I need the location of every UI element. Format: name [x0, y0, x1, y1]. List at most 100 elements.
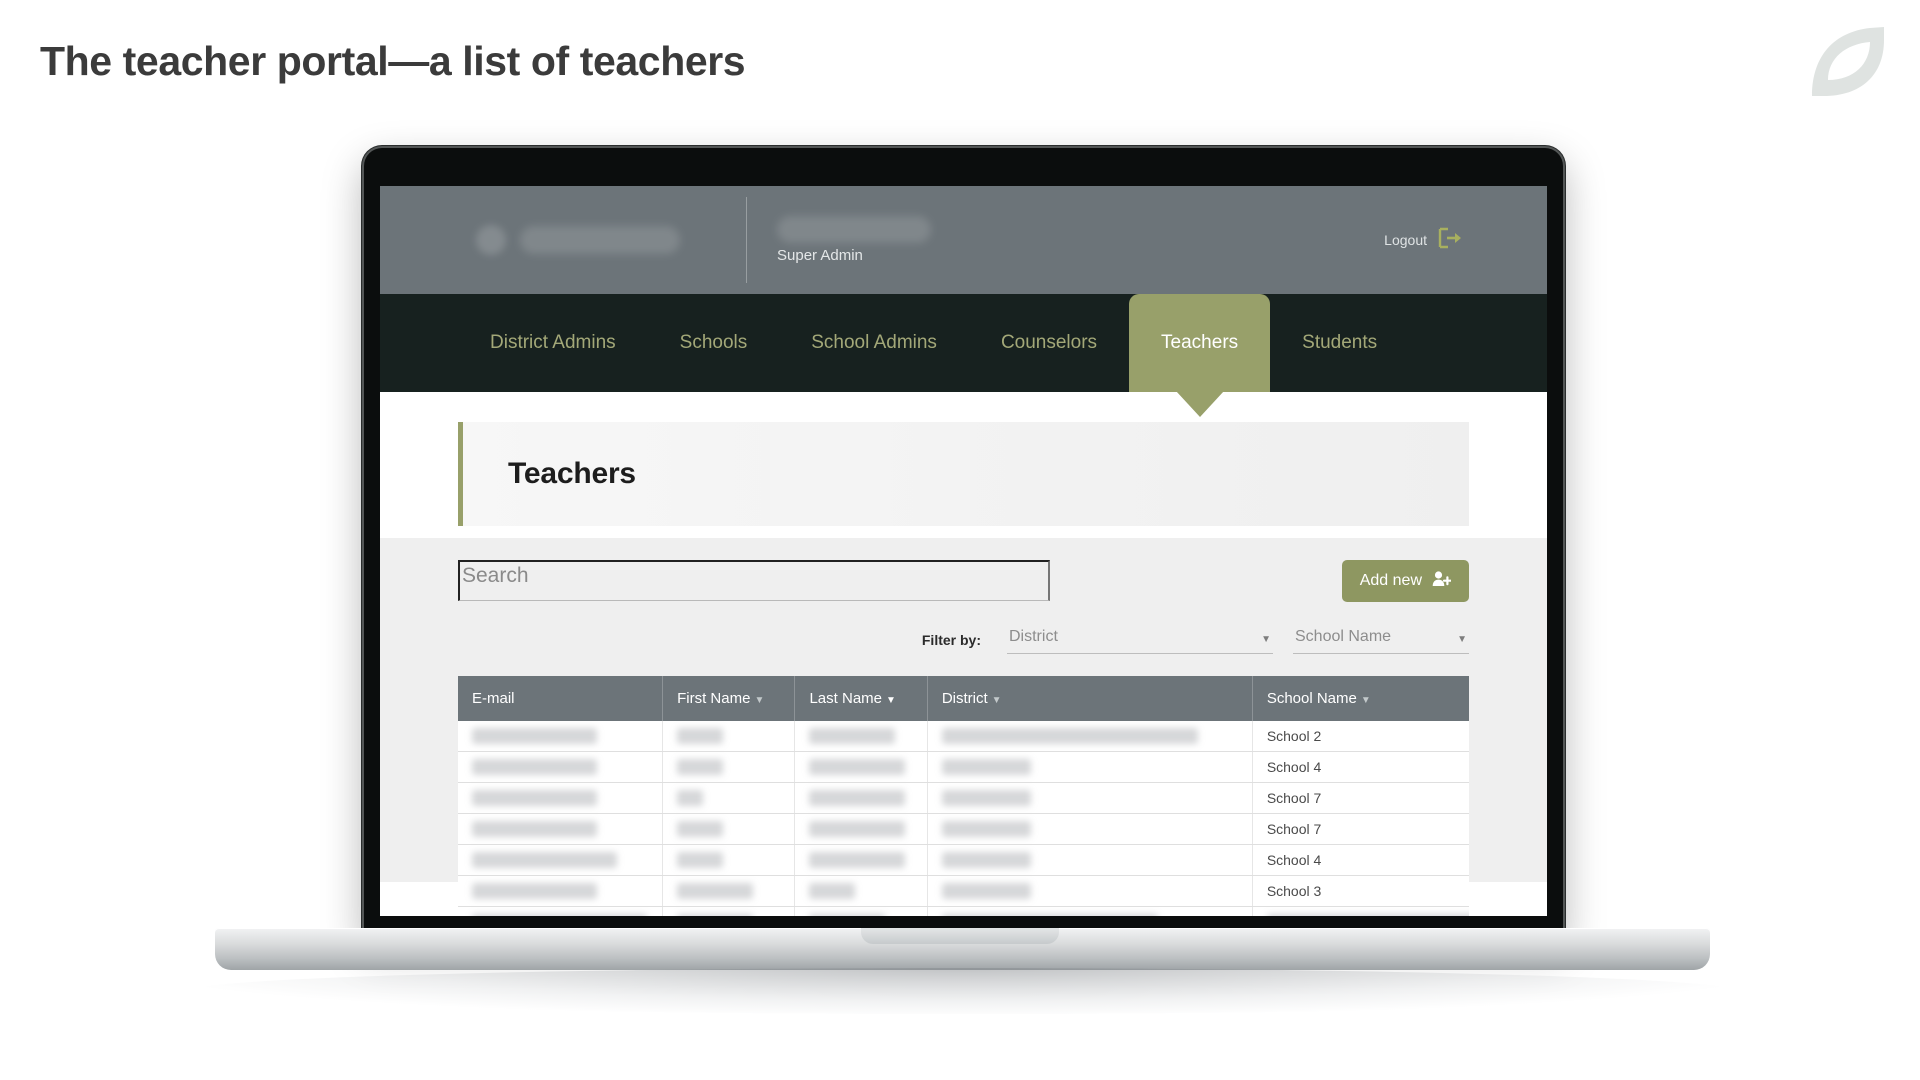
cell-school-name: School 4 [1252, 751, 1469, 783]
filter-by-label: Filter by: [921, 632, 981, 648]
slide-canvas: The teacher portal—a list of teachers ██… [0, 0, 1920, 1080]
cell-last-name: █████████ [794, 844, 928, 876]
nav-label: Teachers [1161, 332, 1239, 353]
header-divider [746, 197, 747, 283]
district-filter-select[interactable]: District ▼ [1007, 626, 1273, 654]
cell-last-name: █████████ [794, 782, 928, 814]
nav-item-school-admins[interactable]: School Admins [779, 294, 969, 392]
chevron-down-icon: ▼ [1261, 634, 1271, 645]
cell-last-name: █████████ [794, 751, 928, 783]
cell-last-name: ████████ [794, 721, 928, 752]
page-content: Teachers Add new [380, 422, 1547, 916]
page-heading-band: Teachers [458, 422, 1469, 526]
table-row[interactable]: ████████████████████████████████ █School… [458, 813, 1469, 845]
cell-first-name: ██ [662, 782, 796, 814]
nav-label: Counselors [1000, 332, 1098, 353]
org-logo-mark-icon [476, 225, 506, 255]
chevron-down-icon: ▼ [1457, 634, 1467, 645]
nav-item-district-admins[interactable]: District Admins [458, 294, 648, 392]
table-row[interactable]: ███████████████████████████████████ ████… [458, 906, 1469, 916]
nav-item-schools[interactable]: Schools [648, 294, 780, 392]
add-new-button[interactable]: Add new [1341, 560, 1469, 602]
laptop-mockup: █████ █████ █████ █████ Super Admin Logo… [0, 146, 1920, 1026]
school-filter-value: School Name [1295, 628, 1392, 645]
cell-first-name: ████ [662, 721, 796, 752]
cell-district: ████ ██████ ██████ ████ [927, 906, 1253, 916]
table-row[interactable]: ██████████████████████████████ █School 3 [458, 875, 1469, 907]
cell-email: ████████████ [458, 751, 664, 783]
logout-arrow-icon [1437, 227, 1463, 254]
cell-school-name: School 2 [1252, 721, 1469, 752]
app-screen: █████ █████ █████ █████ Super Admin Logo… [380, 186, 1547, 916]
district-filter-value: District [1009, 628, 1058, 645]
list-panel: Add new Filter by: [380, 538, 1547, 916]
logout-label: Logout [1384, 232, 1427, 248]
user-info: █████ █████ Super Admin [777, 216, 931, 264]
nav-label: Students [1302, 332, 1378, 353]
nav-label: Schools [679, 332, 748, 353]
cell-district: ██████ ██████ ██████ ██████ [927, 721, 1253, 752]
header-label: First Name [677, 690, 751, 707]
add-user-icon [1432, 570, 1452, 592]
sort-arrow-icon: ▼ [1360, 695, 1371, 706]
column-header-first-name[interactable]: First Name ▼ [662, 676, 796, 721]
search-input[interactable] [458, 560, 1050, 601]
cell-last-name: █████████ [794, 813, 928, 845]
page-title: The teacher portal—a list of teachers [40, 38, 746, 84]
cell-school-name: School 7 [1252, 813, 1469, 845]
sort-arrow-icon: ▼ [754, 695, 765, 706]
cell-email: ████████████ [458, 721, 664, 752]
cell-email: ████████████ [458, 875, 664, 907]
nav-items: District Admins Schools School Admins Co… [380, 294, 1409, 417]
cell-first-name: ███████ [662, 906, 796, 916]
laptop-base-notch [861, 928, 1059, 944]
user-role: Super Admin [777, 247, 863, 264]
add-new-label: Add new [1359, 572, 1422, 589]
column-header-school-name[interactable]: School Name ▼ [1252, 676, 1469, 721]
app-header: █████ █████ █████ █████ Super Admin Logo… [380, 186, 1547, 294]
cell-first-name: ███████ [662, 875, 796, 907]
cell-district: ███████ █ [927, 844, 1253, 876]
cell-email: ████████████ [458, 782, 664, 814]
main-navigation: District Admins Schools School Admins Co… [380, 294, 1547, 417]
sort-arrow-icon: ▼ [991, 695, 1002, 706]
column-header-email[interactable]: E-mail [458, 676, 664, 721]
cell-district: ███████ █ [927, 751, 1253, 783]
cell-first-name: ████ [662, 844, 796, 876]
cell-email: █████████████████ [458, 906, 664, 916]
cell-district: ███████ █ [927, 813, 1253, 845]
nav-item-counselors[interactable]: Counselors [969, 294, 1129, 392]
table-row[interactable]: ████████████████████████████████ █School… [458, 751, 1469, 783]
school-name-filter-select[interactable]: School Name ▼ [1293, 626, 1469, 654]
column-header-district[interactable]: District ▼ [927, 676, 1253, 721]
header-label: District [941, 690, 988, 707]
cell-district: ███████ █ [927, 875, 1253, 907]
table-header-row: E-mail First Name ▼ Last Name ▼ District ▼ … [458, 676, 1469, 721]
header-label: Last Name [809, 690, 883, 707]
cell-email: ████████████ [458, 813, 664, 845]
logout-button[interactable]: Logout [1384, 227, 1463, 254]
cell-last-name: ███████ [794, 906, 928, 916]
toolbar: Add new [458, 560, 1469, 602]
header-label: School Name [1266, 690, 1357, 707]
org-name: █████ █████ [520, 226, 680, 254]
cell-school-name: School 4 [1252, 844, 1469, 876]
table-row[interactable]: ██████████████████████████████ █School 7 [458, 782, 1469, 814]
teachers-table: E-mail First Name ▼ Last Name ▼ District ▼ … [458, 676, 1469, 916]
table-row[interactable]: ██████████████████████████████ ██████ ██… [458, 721, 1469, 752]
active-tab-pointer [1175, 391, 1224, 417]
cell-first-name: ████ [662, 813, 796, 845]
leaf-lens-logo [1808, 22, 1888, 100]
cell-school-name: School 3 [1252, 875, 1469, 907]
column-header-last-name[interactable]: Last Name ▼ [794, 676, 928, 721]
cell-last-name: ████ [794, 875, 928, 907]
nav-label: School Admins [811, 332, 937, 353]
org-branding[interactable]: █████ █████ [476, 225, 694, 255]
nav-item-teachers[interactable]: Teachers [1129, 294, 1271, 417]
table-row[interactable]: ██████████████████████████████████ █Scho… [458, 844, 1469, 876]
cell-school-name: School 7 [1252, 782, 1469, 814]
nav-item-students[interactable]: Students [1270, 294, 1409, 392]
user-name: █████ █████ [777, 216, 931, 243]
nav-label: District Admins [490, 332, 616, 353]
cell-school-name: ███ █████ ██████████ ██████ [1252, 906, 1469, 916]
